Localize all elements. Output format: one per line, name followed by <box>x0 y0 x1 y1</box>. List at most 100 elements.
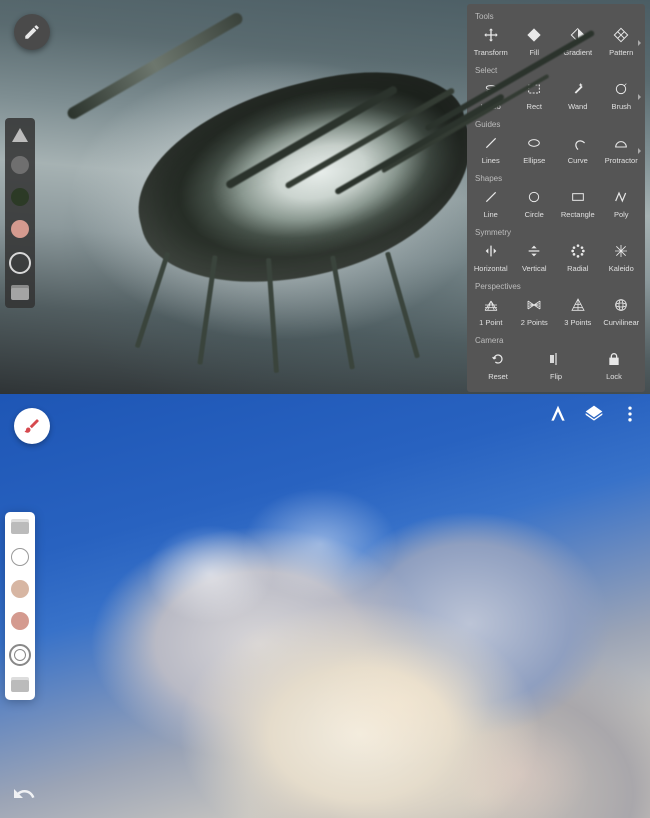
top-right-toolbar <box>548 404 640 424</box>
expand-caret-icon[interactable] <box>638 148 641 154</box>
guides-toggle[interactable] <box>548 404 568 424</box>
color-swatch-2[interactable] <box>11 188 29 206</box>
layers-button[interactable] <box>584 404 604 424</box>
diamond-half-icon <box>569 26 587 44</box>
overflow-menu[interactable] <box>620 404 640 424</box>
tool-label: Transform <box>474 48 508 57</box>
globe-grid-icon <box>612 296 630 314</box>
screenshot-top-canvas: ToolsTransformFillGradientPatternSelectL… <box>0 0 650 394</box>
tool-persp-curv[interactable]: Curvilinear <box>600 293 644 332</box>
brush-icon <box>23 417 41 435</box>
tool-label: Reset <box>488 372 508 381</box>
tool-persp-2[interactable]: 2 Points <box>513 293 557 332</box>
tool-panel: ToolsTransformFillGradientPatternSelectL… <box>467 4 645 392</box>
layers-icon[interactable] <box>11 522 29 534</box>
ellipse-icon <box>525 134 543 152</box>
color-swatch-2[interactable] <box>11 612 29 630</box>
tool-fill[interactable]: Fill <box>513 23 557 62</box>
tool-label: Poly <box>614 210 629 219</box>
brush-fab[interactable] <box>14 408 50 444</box>
tool-lines[interactable]: Lines <box>469 131 513 170</box>
poly-icon <box>612 188 630 206</box>
tool-row: Lines Ellipse Curve Protractor <box>469 131 643 170</box>
reset-icon <box>489 350 507 368</box>
color-swatch-3[interactable] <box>11 220 29 238</box>
tool-row: 1 Point 2 Points 3 PointsCurvilinear <box>469 293 643 332</box>
tool-rectangle-shape[interactable]: Rectangle <box>556 185 600 224</box>
more-vert-icon <box>620 404 640 424</box>
tool-sym-radial[interactable]: Radial <box>556 239 600 278</box>
tool-lasso[interactable]: Lasso <box>469 77 513 116</box>
tool-label: Horizontal <box>474 264 508 273</box>
diamond-fill-icon <box>525 26 543 44</box>
sidebar-bottom <box>5 512 35 700</box>
tool-sym-horizontal[interactable]: Horizontal <box>469 239 513 278</box>
color-swatch-1[interactable] <box>11 156 29 174</box>
tool-label: Curve <box>568 156 588 165</box>
tool-label: 2 Points <box>521 318 548 327</box>
tool-label: Gradient <box>563 48 592 57</box>
tool-label: Pattern <box>609 48 633 57</box>
line-diag-icon <box>482 134 500 152</box>
grid-3pt-icon <box>569 296 587 314</box>
grid-2pt-icon <box>525 296 543 314</box>
tool-sym-vertical[interactable]: Vertical <box>513 239 557 278</box>
section-label: Perspectives <box>469 278 643 293</box>
sym-h-icon <box>482 242 500 260</box>
tool-gradient[interactable]: Gradient <box>556 23 600 62</box>
wand-icon <box>569 80 587 98</box>
curve-icon <box>569 134 587 152</box>
diamond-pattern-icon <box>612 26 630 44</box>
tool-cam-lock[interactable]: Lock <box>585 347 643 386</box>
tool-label: Fill <box>529 48 539 57</box>
tool-cam-reset[interactable]: Reset <box>469 347 527 386</box>
flip-icon <box>547 350 565 368</box>
tool-label: 1 Point <box>479 318 502 327</box>
tool-rect-select[interactable]: Rect <box>513 77 557 116</box>
stack-icon[interactable] <box>11 680 29 692</box>
lasso-icon <box>482 80 500 98</box>
pencil-icon <box>23 23 41 41</box>
brush-ring-icon[interactable] <box>9 252 31 274</box>
tool-sym-kaleido[interactable]: Kaleido <box>600 239 644 278</box>
color-swatch-1[interactable] <box>11 580 29 598</box>
brush-fab[interactable] <box>14 14 50 50</box>
tool-row: Horizontal Vertical Radial Kaleido <box>469 239 643 278</box>
tool-ellipse[interactable]: Ellipse <box>513 131 557 170</box>
tool-label: Line <box>484 210 498 219</box>
expand-caret-icon[interactable] <box>638 40 641 46</box>
tool-protractor[interactable]: Protractor <box>600 131 644 170</box>
tool-label: Flip <box>550 372 562 381</box>
tool-label: Lock <box>606 372 622 381</box>
undo-button[interactable] <box>10 780 38 808</box>
tool-row: LassoRectWandBrush <box>469 77 643 116</box>
tool-poly-shape[interactable]: Poly <box>600 185 644 224</box>
tool-cam-flip[interactable]: Flip <box>527 347 585 386</box>
expand-caret-icon[interactable] <box>638 94 641 100</box>
tool-curve[interactable]: Curve <box>556 131 600 170</box>
tool-label: Ellipse <box>523 156 545 165</box>
tool-wand[interactable]: Wand <box>556 77 600 116</box>
lock-icon <box>605 350 623 368</box>
tool-line-shape[interactable]: Line <box>469 185 513 224</box>
tool-persp-1[interactable]: 1 Point <box>469 293 513 332</box>
tool-circle-shape[interactable]: Circle <box>513 185 557 224</box>
move-icon <box>482 26 500 44</box>
grid-1pt-icon <box>482 296 500 314</box>
tool-persp-3[interactable]: 3 Points <box>556 293 600 332</box>
tool-transform[interactable]: Transform <box>469 23 513 62</box>
sym-kaleido-icon <box>612 242 630 260</box>
brush-ring-icon[interactable] <box>9 644 31 666</box>
tool-label: Vertical <box>522 264 547 273</box>
color-swatch-outline[interactable] <box>11 548 29 566</box>
tool-label: Lines <box>482 156 500 165</box>
tool-label: Kaleido <box>609 264 634 273</box>
tool-brush-select[interactable]: Brush <box>600 77 644 116</box>
layers-icon[interactable] <box>11 288 29 300</box>
tool-label: Radial <box>567 264 588 273</box>
tool-label: Protractor <box>605 156 638 165</box>
layers-icon <box>584 404 604 424</box>
shape-tool-icon[interactable] <box>12 128 28 142</box>
tool-pattern[interactable]: Pattern <box>600 23 644 62</box>
section-label: Symmetry <box>469 224 643 239</box>
